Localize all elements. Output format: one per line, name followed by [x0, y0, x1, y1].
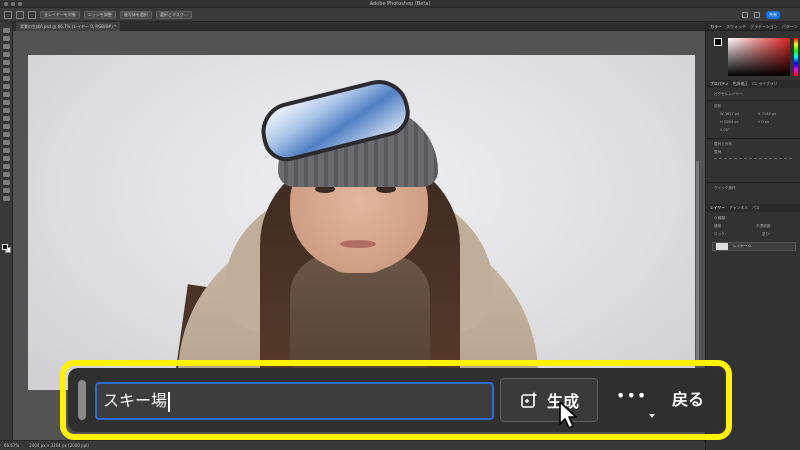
type-tool-icon[interactable]	[3, 156, 10, 161]
brush-size-icon[interactable]	[28, 10, 36, 19]
workspace-icon[interactable]	[754, 12, 760, 18]
dodge-tool-icon[interactable]	[3, 140, 10, 145]
document-canvas[interactable]	[28, 55, 695, 390]
eraser-tool-icon[interactable]	[3, 116, 10, 121]
blend-mode-select[interactable]: 通常	[714, 224, 721, 229]
layer-thumbnail	[716, 243, 728, 250]
pen-tool-icon[interactable]	[3, 148, 10, 153]
tab-color[interactable]: カラー	[710, 22, 722, 30]
history-brush-tool-icon[interactable]	[3, 108, 10, 113]
scarf-image	[290, 255, 430, 375]
y-field[interactable]: Y 0 px	[758, 120, 769, 125]
angle-field[interactable]: 0.00°	[720, 128, 730, 133]
search-icon[interactable]	[742, 12, 748, 18]
layer-kind-filter[interactable]: Q 種類	[714, 216, 725, 221]
status-bar: 66.67% 2404 px x 3264 px (2000 ppi)	[0, 440, 705, 450]
marquee-tool-icon[interactable]	[3, 36, 10, 41]
transform-title: 変形	[714, 104, 722, 108]
divider	[706, 182, 800, 183]
tab-patterns[interactable]: パターン	[782, 22, 798, 30]
title-bar: Adobe Photoshop (Beta)	[0, 0, 800, 8]
document-info: 2404 px x 3264 px (2000 ppi)	[29, 443, 89, 448]
properties-tabs: プロパティ 色調補正 CC ライブラリ	[706, 80, 800, 88]
opacity-label: 不透明度:	[756, 224, 772, 228]
tab-channels[interactable]: チャンネル	[729, 204, 748, 212]
healing-tool-icon[interactable]	[3, 84, 10, 89]
sample-all-layers-button[interactable]: 全レイヤーを対象	[40, 10, 80, 19]
select-subject-button[interactable]: 被写体を選択	[119, 10, 152, 19]
path-selection-tool-icon[interactable]	[3, 164, 10, 169]
brush-tool-icon[interactable]	[3, 92, 10, 97]
blur-tool-icon[interactable]	[3, 132, 10, 137]
tab-properties[interactable]: プロパティ	[710, 80, 729, 88]
refine-edge-button[interactable]: エッジを調整	[83, 10, 116, 19]
lasso-tool-icon[interactable]	[3, 44, 10, 49]
divider	[706, 138, 800, 139]
fill-label: 塗り:	[762, 232, 771, 236]
tab-swatches[interactable]: スウォッチ	[726, 22, 746, 30]
tab-adjustments[interactable]: 色調補正	[733, 80, 748, 88]
x-field[interactable]: X 7144 px	[758, 112, 776, 117]
tools-panel	[0, 22, 13, 440]
pointer-cursor-icon	[559, 401, 577, 429]
mouth-image	[340, 240, 376, 248]
tab-paths[interactable]: パス	[752, 204, 760, 212]
document-tab[interactable]: 背景の生成A.psd @ 66.7% (レイヤー 0, RGB/8#) *	[16, 22, 121, 31]
tab-cc-libraries[interactable]: CC ライブラリ	[752, 80, 778, 88]
tab-layers[interactable]: レイヤー	[710, 204, 725, 212]
color-field[interactable]	[728, 38, 790, 76]
align-icons-row[interactable]	[714, 158, 792, 163]
share-button[interactable]: 共有	[766, 11, 780, 19]
properties-section-label: ピクセルレイヤー	[714, 92, 743, 96]
align-title: 整列と分布	[714, 142, 732, 146]
crop-tool-icon[interactable]	[3, 60, 10, 65]
annotation-highlight-box	[60, 360, 732, 440]
document-tab-bar: 背景の生成A.psd @ 66.7% (レイヤー 0, RGB/8#) *	[13, 22, 705, 31]
app-title: Adobe Photoshop (Beta)	[369, 1, 431, 7]
gradient-tool-icon[interactable]	[3, 124, 10, 129]
clone-stamp-tool-icon[interactable]	[3, 100, 10, 105]
height-field[interactable]: H 5264 px	[720, 120, 739, 125]
zoom-tool-icon[interactable]	[3, 188, 10, 193]
hand-tool-icon[interactable]	[3, 180, 10, 185]
layers-panel-tabs: レイヤー チャンネル パス	[706, 204, 800, 212]
frame-tool-icon[interactable]	[3, 68, 10, 73]
color-panel-tabs: カラー スウォッチ グラデーション パターン	[706, 22, 800, 31]
tool-preset-icon[interactable]	[16, 10, 24, 19]
panel-foreground-swatch[interactable]	[714, 38, 722, 46]
rectangle-tool-icon[interactable]	[3, 172, 10, 177]
quick-actions-title[interactable]: クイック操作	[714, 186, 736, 191]
eyedropper-tool-icon[interactable]	[3, 76, 10, 81]
options-bar: 全レイヤーを対象 エッジを調整 被写体を選択 選択とマスク... 共有	[0, 8, 800, 22]
width-field[interactable]: W 3617 px	[720, 112, 739, 117]
lock-label: ロック:	[714, 232, 726, 236]
vertical-scrollbar[interactable]	[696, 161, 699, 361]
quick-selection-tool-icon[interactable]	[3, 52, 10, 57]
select-and-mask-button[interactable]: 選択とマスク...	[155, 10, 192, 19]
align-label: 整列:	[714, 150, 723, 154]
zoom-level[interactable]: 66.67%	[4, 441, 19, 450]
move-tool-icon[interactable]	[3, 28, 10, 33]
options-right-icons	[742, 12, 760, 18]
tab-gradients[interactable]: グラデーション	[750, 22, 778, 30]
edit-toolbar-icon[interactable]	[3, 196, 10, 201]
divider	[706, 100, 800, 101]
hue-slider[interactable]	[794, 38, 798, 76]
home-icon[interactable]	[4, 10, 12, 19]
foreground-color-swatch[interactable]	[2, 244, 8, 250]
